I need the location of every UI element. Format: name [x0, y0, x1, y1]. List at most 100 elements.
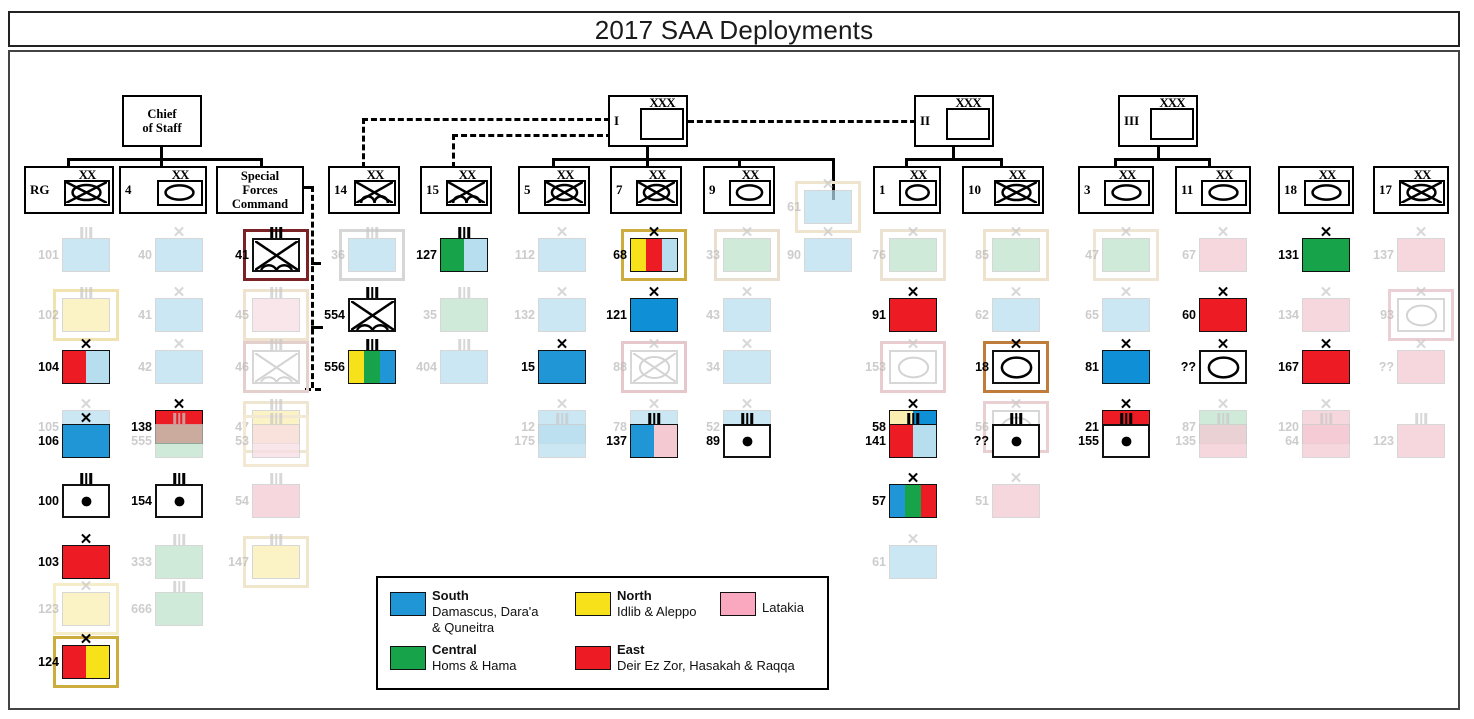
- unit-tile-85[interactable]: 85 ✕: [975, 226, 1040, 272]
- unit-tile-121[interactable]: 121 ✕: [606, 286, 678, 332]
- unit-tile-61[interactable]: 61 ✕: [787, 178, 852, 224]
- unit-tile-33[interactable]: 33 ✕: [706, 226, 771, 272]
- unit-designation: ??: [1180, 360, 1196, 374]
- unit-tile-554[interactable]: 554: [324, 287, 396, 332]
- unit-tile-100[interactable]: 100: [38, 473, 110, 518]
- unit-tile-135[interactable]: 135: [1175, 413, 1247, 458]
- unit-tile-46[interactable]: 46: [235, 339, 300, 384]
- unit-tile-81[interactable]: 81 ✕: [1085, 338, 1150, 384]
- unit-tile-41[interactable]: 41: [235, 227, 300, 272]
- legend-region-desc-2: & Quneitra: [432, 620, 495, 635]
- unit-tile-103[interactable]: 103 ✕: [38, 533, 110, 579]
- unit-tile-76[interactable]: 76 ✕: [872, 226, 937, 272]
- unit-tile-175[interactable]: 175: [514, 413, 586, 458]
- unit-tile-124[interactable]: 124 ✕: [38, 633, 110, 679]
- unit-tile-42[interactable]: 42 ✕: [138, 338, 203, 384]
- unit-tile-53[interactable]: 53: [235, 413, 300, 458]
- unit-color-block: [1102, 298, 1150, 332]
- unit-tile-666[interactable]: 666: [131, 581, 203, 626]
- unit-tile-65[interactable]: 65 ✕: [1085, 286, 1150, 332]
- unit-tile-51[interactable]: 51 ✕: [975, 472, 1040, 518]
- unit-tile-123[interactable]: 123 ✕: [38, 580, 110, 626]
- unit-tile-34[interactable]: 34 ✕: [706, 338, 771, 384]
- unit-tile-127[interactable]: 127: [416, 227, 488, 272]
- unit-tile-132[interactable]: 132 ✕: [514, 286, 586, 332]
- unit-designation: 42: [138, 360, 152, 374]
- unit-color-block: [889, 545, 937, 579]
- unit-tile-167[interactable]: 167 ✕: [1278, 338, 1350, 384]
- unit-tile-62[interactable]: 62 ✕: [975, 286, 1040, 332]
- unit-tile-141[interactable]: 141: [865, 413, 937, 458]
- unit-designation: 102: [38, 308, 59, 322]
- unit-tile-41[interactable]: 41 ✕: [138, 286, 203, 332]
- unit-tile-134[interactable]: 134 ✕: [1278, 286, 1350, 332]
- unit-tile-112[interactable]: 112 ✕: [515, 226, 586, 272]
- unit-tile-556[interactable]: 556: [324, 339, 396, 384]
- unit-tile-54[interactable]: 54: [235, 473, 300, 518]
- unit-tile-91[interactable]: 91 ✕: [872, 286, 937, 332]
- unit-tile-555[interactable]: 555: [131, 413, 203, 458]
- unit-tile-137[interactable]: 137: [606, 413, 678, 458]
- unit-designation: 93: [1380, 308, 1394, 322]
- unit-tile-??[interactable]: ?? ✕: [1181, 338, 1247, 384]
- unit-tile-57[interactable]: 57 ✕: [872, 472, 937, 518]
- unit-tile-147[interactable]: 147: [228, 534, 300, 579]
- unit-tile-61[interactable]: 61 ✕: [872, 533, 937, 579]
- legend-region-desc: Idlib & Aleppo: [617, 604, 697, 619]
- unit-color-block: [1102, 238, 1150, 272]
- unit-tile-104[interactable]: 104 ✕: [38, 338, 110, 384]
- unit-tile-101[interactable]: 101: [38, 227, 110, 272]
- unit-tile-47[interactable]: 47 ✕: [1085, 226, 1150, 272]
- unit-tile-155[interactable]: 155: [1078, 413, 1150, 458]
- unit-tile-18[interactable]: 18 ✕: [975, 338, 1040, 384]
- unit-color-segment: [1103, 299, 1149, 331]
- unit-symbol-glyph: [723, 424, 771, 458]
- unit-color-segment: [631, 239, 647, 271]
- unit-tile-35[interactable]: 35: [423, 287, 488, 332]
- unit-color-segment: [1200, 299, 1246, 331]
- unit-color-segment: [1398, 425, 1444, 457]
- unit-tile-153[interactable]: 153 ✕: [865, 338, 937, 384]
- unit-color-block: [889, 298, 937, 332]
- unit-tile-90[interactable]: 90 ✕: [787, 226, 852, 272]
- unit-tile-93[interactable]: 93 ✕: [1380, 286, 1445, 332]
- regiment-echelon-marker: [270, 227, 282, 238]
- chief-of-staff-box: Chief of Staff: [122, 95, 202, 147]
- unit-tile-36[interactable]: 36: [331, 227, 396, 272]
- regiment-echelon-marker: [173, 413, 185, 424]
- unit-tile-106[interactable]: 106 ✕: [38, 412, 110, 458]
- unit-color-segment: [646, 239, 662, 271]
- unit-tile-88[interactable]: 88 ✕: [613, 338, 678, 384]
- unit-tile-45[interactable]: 45: [235, 287, 300, 332]
- unit-designation: 141: [865, 434, 886, 448]
- unit-tile-67[interactable]: 67 ✕: [1182, 226, 1247, 272]
- regiment-echelon-marker: [270, 287, 282, 298]
- echelon-marker: XXX: [955, 95, 981, 110]
- brigade-echelon-marker: ✕: [1119, 337, 1133, 353]
- unit-symbol-box: [354, 180, 396, 206]
- unit-color-segment: [1103, 351, 1149, 383]
- unit-tile-89[interactable]: 89: [706, 413, 771, 458]
- unit-tile-??[interactable]: ??: [974, 413, 1040, 458]
- brigade-echelon-marker: ✕: [1009, 471, 1023, 487]
- unit-tile-154[interactable]: 154: [131, 473, 203, 518]
- unit-color-segment: [441, 239, 464, 271]
- unit-tile-131[interactable]: 131 ✕: [1278, 226, 1350, 272]
- unit-tile-64[interactable]: 64: [1285, 413, 1350, 458]
- unit-tile-40[interactable]: 40 ✕: [138, 226, 203, 272]
- unit-designation: 7: [616, 182, 623, 197]
- unit-tile-43[interactable]: 43 ✕: [706, 286, 771, 332]
- unit-tile-??[interactable]: ?? ✕: [1379, 338, 1445, 384]
- division-box-5: 5 XX: [518, 166, 590, 214]
- division-box-1: 1 XX: [873, 166, 941, 214]
- unit-designation: 100: [38, 494, 59, 508]
- unit-tile-333[interactable]: 333: [131, 534, 203, 579]
- unit-color-segment: [379, 351, 395, 383]
- unit-tile-404[interactable]: 404: [416, 339, 488, 384]
- unit-tile-123[interactable]: 123: [1373, 413, 1445, 458]
- unit-tile-60[interactable]: 60 ✕: [1182, 286, 1247, 332]
- unit-tile-102[interactable]: 102: [38, 287, 110, 332]
- unit-tile-68[interactable]: 68 ✕: [613, 226, 678, 272]
- unit-tile-137[interactable]: 137 ✕: [1373, 226, 1445, 272]
- unit-tile-15[interactable]: 15 ✕: [521, 338, 586, 384]
